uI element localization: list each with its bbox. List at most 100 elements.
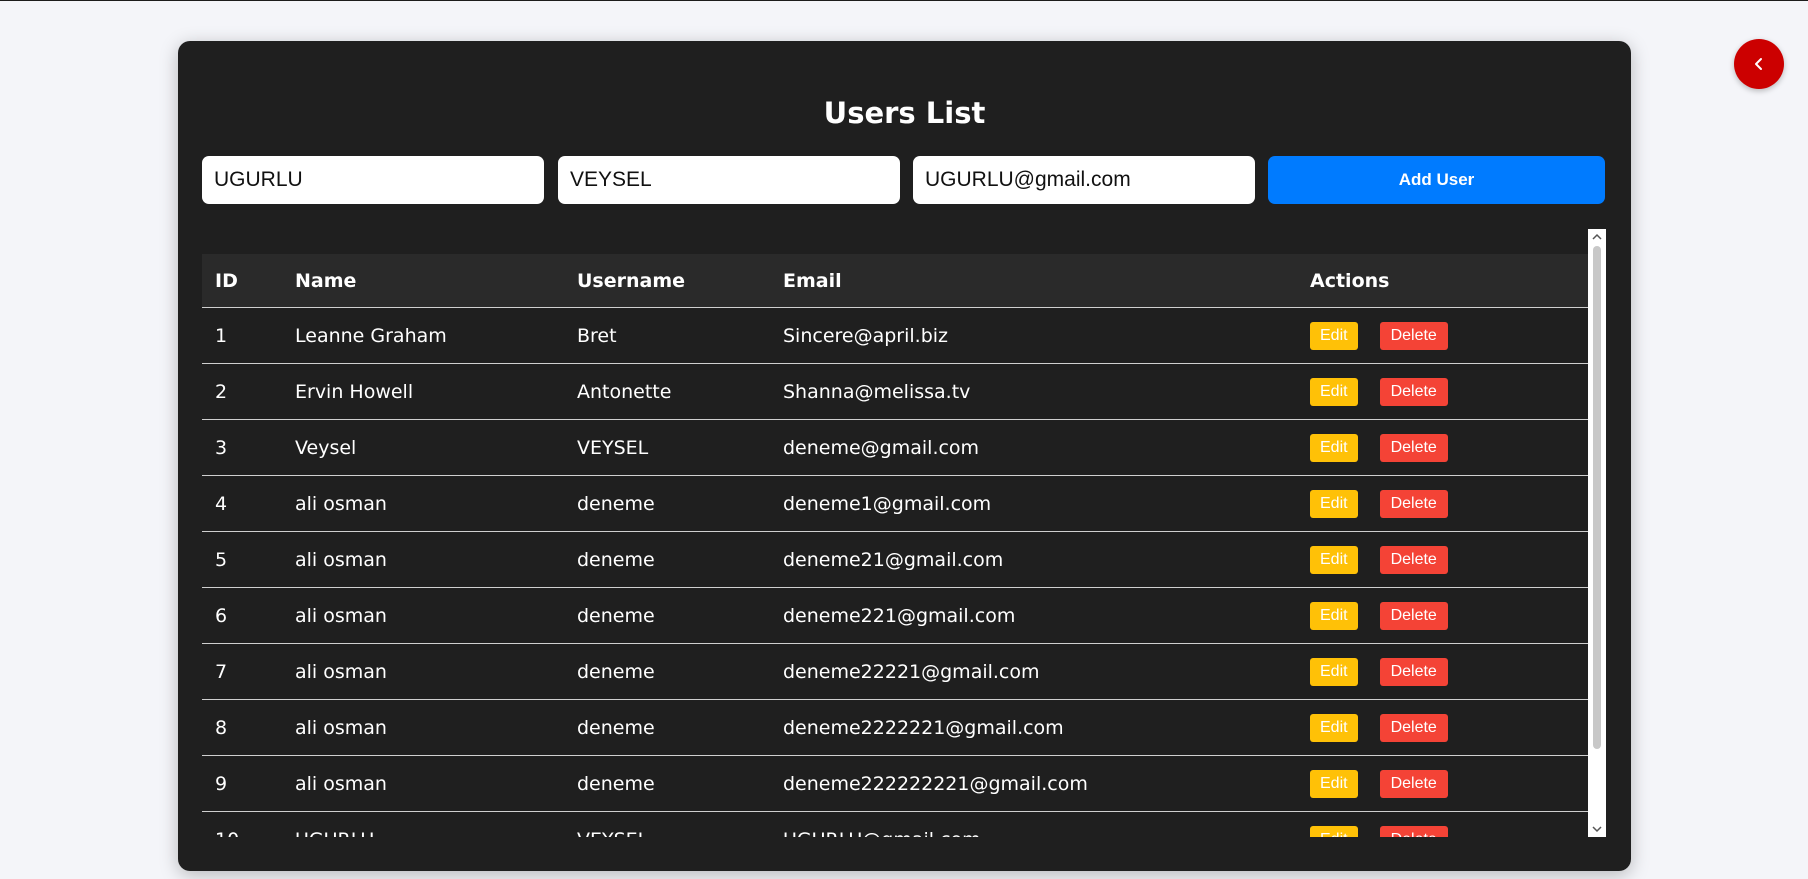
cell-name: Leanne Graham — [282, 307, 564, 364]
cell-name: ali osman — [282, 699, 564, 756]
table-row: 8 ali osman deneme deneme2222221@gmail.com E… — [202, 699, 1588, 756]
cell-actions: Edit Delete — [1297, 811, 1588, 837]
scrollbar-thumb[interactable] — [1593, 246, 1601, 749]
scroll-down-arrow-icon[interactable] — [1588, 821, 1606, 837]
cell-username: VEYSEL — [564, 419, 770, 476]
cell-name: ali osman — [282, 755, 564, 812]
edit-button[interactable]: Edit — [1310, 377, 1358, 406]
cell-id: 10 — [202, 811, 282, 837]
cell-username: deneme — [564, 475, 770, 532]
cell-email: deneme22221@gmail.com — [770, 643, 1297, 700]
chevron-left-icon — [1753, 57, 1765, 71]
cell-username: deneme — [564, 699, 770, 756]
email-input[interactable] — [913, 156, 1255, 204]
header-email: Email — [770, 254, 1297, 308]
cell-actions: Edit Delete — [1297, 363, 1588, 420]
cell-name: ali osman — [282, 475, 564, 532]
cell-id: 8 — [202, 699, 282, 756]
cell-email: Sincere@april.biz — [770, 307, 1297, 364]
delete-button[interactable]: Delete — [1379, 545, 1448, 574]
table-row: 3 Veysel VEYSEL deneme@gmail.com Edit Delete — [202, 419, 1588, 476]
users-card: Users List Add User ID Name Username Ema… — [178, 41, 1631, 871]
users-table-scroll-area[interactable]: ID Name Username Email Actions 1 Leanne G… — [202, 229, 1588, 837]
delete-button[interactable]: Delete — [1379, 321, 1448, 350]
cell-actions: Edit Delete — [1297, 531, 1588, 588]
cell-email: UGURLU@gmail.com — [770, 811, 1297, 837]
cell-email: deneme1@gmail.com — [770, 475, 1297, 532]
cell-name: Veysel — [282, 419, 564, 476]
table-row: 7 ali osman deneme deneme22221@gmail.com Edi… — [202, 643, 1588, 700]
table-row: 1 Leanne Graham Bret Sincere@april.biz Edit D… — [202, 307, 1588, 364]
edit-button[interactable]: Edit — [1310, 601, 1358, 630]
delete-button[interactable]: Delete — [1379, 769, 1448, 798]
delete-button[interactable]: Delete — [1379, 489, 1448, 518]
edit-button[interactable]: Edit — [1310, 713, 1358, 742]
cell-email: deneme222222221@gmail.com — [770, 755, 1297, 812]
cell-actions: Edit Delete — [1297, 587, 1588, 644]
cell-email: deneme221@gmail.com — [770, 587, 1297, 644]
users-table-body: 1 Leanne Graham Bret Sincere@april.biz Edit D… — [202, 307, 1588, 837]
header-actions: Actions — [1297, 254, 1588, 308]
table-row: 9 ali osman deneme deneme222222221@gmail.co… — [202, 755, 1588, 812]
cell-actions: Edit Delete — [1297, 699, 1588, 756]
cell-username: deneme — [564, 643, 770, 700]
cell-username: Antonette — [564, 363, 770, 420]
delete-button[interactable]: Delete — [1379, 825, 1448, 837]
edit-button[interactable]: Edit — [1310, 321, 1358, 350]
delete-button[interactable]: Delete — [1379, 657, 1448, 686]
username-input[interactable] — [558, 156, 900, 204]
table-row: 6 ali osman deneme deneme221@gmail.com Edit D… — [202, 587, 1588, 644]
cell-id: 7 — [202, 643, 282, 700]
cell-name: Ervin Howell — [282, 363, 564, 420]
cell-name: UGURLU — [282, 811, 564, 837]
table-row: 4 ali osman deneme deneme1@gmail.com Edit Del… — [202, 475, 1588, 532]
cell-email: deneme2222221@gmail.com — [770, 699, 1297, 756]
cell-name: ali osman — [282, 643, 564, 700]
edit-button[interactable]: Edit — [1310, 769, 1358, 798]
cell-name: ali osman — [282, 587, 564, 644]
top-border — [0, 0, 1808, 1]
edit-button[interactable]: Edit — [1310, 657, 1358, 686]
cell-username: deneme — [564, 755, 770, 812]
table-row: 5 ali osman deneme deneme21@gmail.com Edit De… — [202, 531, 1588, 588]
cell-email: deneme21@gmail.com — [770, 531, 1297, 588]
cell-id: 3 — [202, 419, 282, 476]
cell-actions: Edit Delete — [1297, 307, 1588, 364]
page-title: Users List — [823, 96, 986, 130]
cell-id: 5 — [202, 531, 282, 588]
edit-button[interactable]: Edit — [1310, 433, 1358, 462]
cell-actions: Edit Delete — [1297, 755, 1588, 812]
back-button[interactable] — [1734, 39, 1784, 89]
cell-username: deneme — [564, 587, 770, 644]
edit-button[interactable]: Edit — [1310, 545, 1358, 574]
cell-id: 6 — [202, 587, 282, 644]
delete-button[interactable]: Delete — [1379, 601, 1448, 630]
table-row: 10UGURLUVEYSELUGURLU@gmail.com Edit Delete — [202, 811, 1588, 837]
header-id: ID — [202, 254, 282, 308]
name-input[interactable] — [202, 156, 544, 204]
delete-button[interactable]: Delete — [1379, 377, 1448, 406]
cell-username: VEYSEL — [564, 811, 770, 837]
scroll-up-arrow-icon[interactable] — [1588, 229, 1606, 245]
cell-actions: Edit Delete — [1297, 419, 1588, 476]
cell-id: 9 — [202, 755, 282, 812]
cell-name: ali osman — [282, 531, 564, 588]
cell-email: deneme@gmail.com — [770, 419, 1297, 476]
edit-button[interactable]: Edit — [1310, 489, 1358, 518]
cell-email: Shanna@melissa.tv — [770, 363, 1297, 420]
cell-username: deneme — [564, 531, 770, 588]
cell-id: 1 — [202, 307, 282, 364]
cell-username: Bret — [564, 307, 770, 364]
table-header-row: ID Name Username Email Actions — [202, 254, 1588, 308]
table-row: 2 Ervin Howell Antonette Shanna@melissa.tv E… — [202, 363, 1588, 420]
table-scrollbar[interactable] — [1588, 229, 1606, 837]
cell-id: 2 — [202, 363, 282, 420]
delete-button[interactable]: Delete — [1379, 433, 1448, 462]
users-table-container: ID Name Username Email Actions 1 Leanne G… — [202, 229, 1606, 879]
header-name: Name — [282, 254, 564, 308]
edit-button[interactable]: Edit — [1310, 825, 1358, 837]
cell-actions: Edit Delete — [1297, 643, 1588, 700]
delete-button[interactable]: Delete — [1379, 713, 1448, 742]
add-user-button[interactable]: Add User — [1268, 156, 1605, 204]
cell-actions: Edit Delete — [1297, 475, 1588, 532]
